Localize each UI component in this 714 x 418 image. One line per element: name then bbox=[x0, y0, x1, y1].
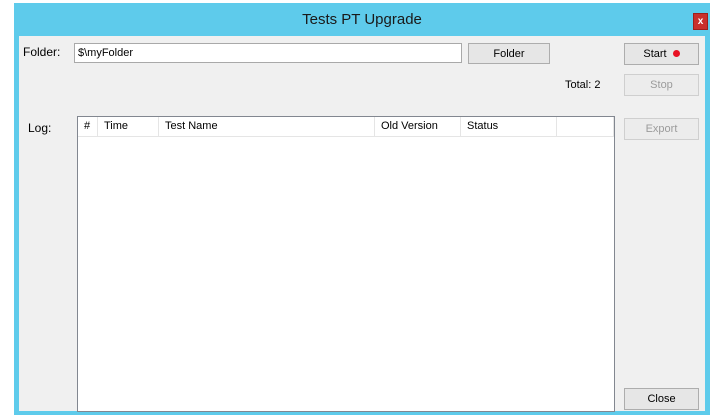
log-list[interactable]: # Time Test Name Old Version Status bbox=[77, 116, 615, 412]
folder-label: Folder: bbox=[23, 45, 61, 59]
column-header-old-version[interactable]: Old Version bbox=[375, 117, 461, 136]
column-header-status[interactable]: Status bbox=[461, 117, 557, 136]
folder-path-input[interactable]: $\myFolder bbox=[74, 43, 462, 63]
column-header-test-name[interactable]: Test Name bbox=[159, 117, 375, 136]
start-button[interactable]: Start bbox=[624, 43, 699, 65]
window-client-area: Folder: $\myFolder Folder Start Total: 2… bbox=[19, 36, 705, 412]
close-button[interactable]: Close bbox=[624, 388, 699, 410]
red-dot-icon bbox=[672, 50, 680, 57]
start-button-label: Start bbox=[643, 48, 667, 60]
log-list-header: # Time Test Name Old Version Status bbox=[78, 117, 614, 137]
export-button[interactable]: Export bbox=[624, 118, 699, 140]
folder-browse-button[interactable]: Folder bbox=[468, 43, 550, 64]
total-count: Total: 2 bbox=[565, 79, 601, 91]
app-window: Tests PT Upgrade x Folder: $\myFolder Fo… bbox=[14, 3, 710, 415]
column-header-number[interactable]: # bbox=[78, 117, 98, 136]
log-label: Log: bbox=[28, 121, 52, 135]
column-header-empty[interactable] bbox=[557, 117, 614, 136]
title-bar[interactable]: Tests PT Upgrade x bbox=[14, 3, 710, 36]
window-title: Tests PT Upgrade bbox=[302, 11, 422, 28]
stop-button[interactable]: Stop bbox=[624, 74, 699, 96]
column-header-time[interactable]: Time bbox=[98, 117, 159, 136]
close-icon[interactable]: x bbox=[693, 13, 708, 30]
